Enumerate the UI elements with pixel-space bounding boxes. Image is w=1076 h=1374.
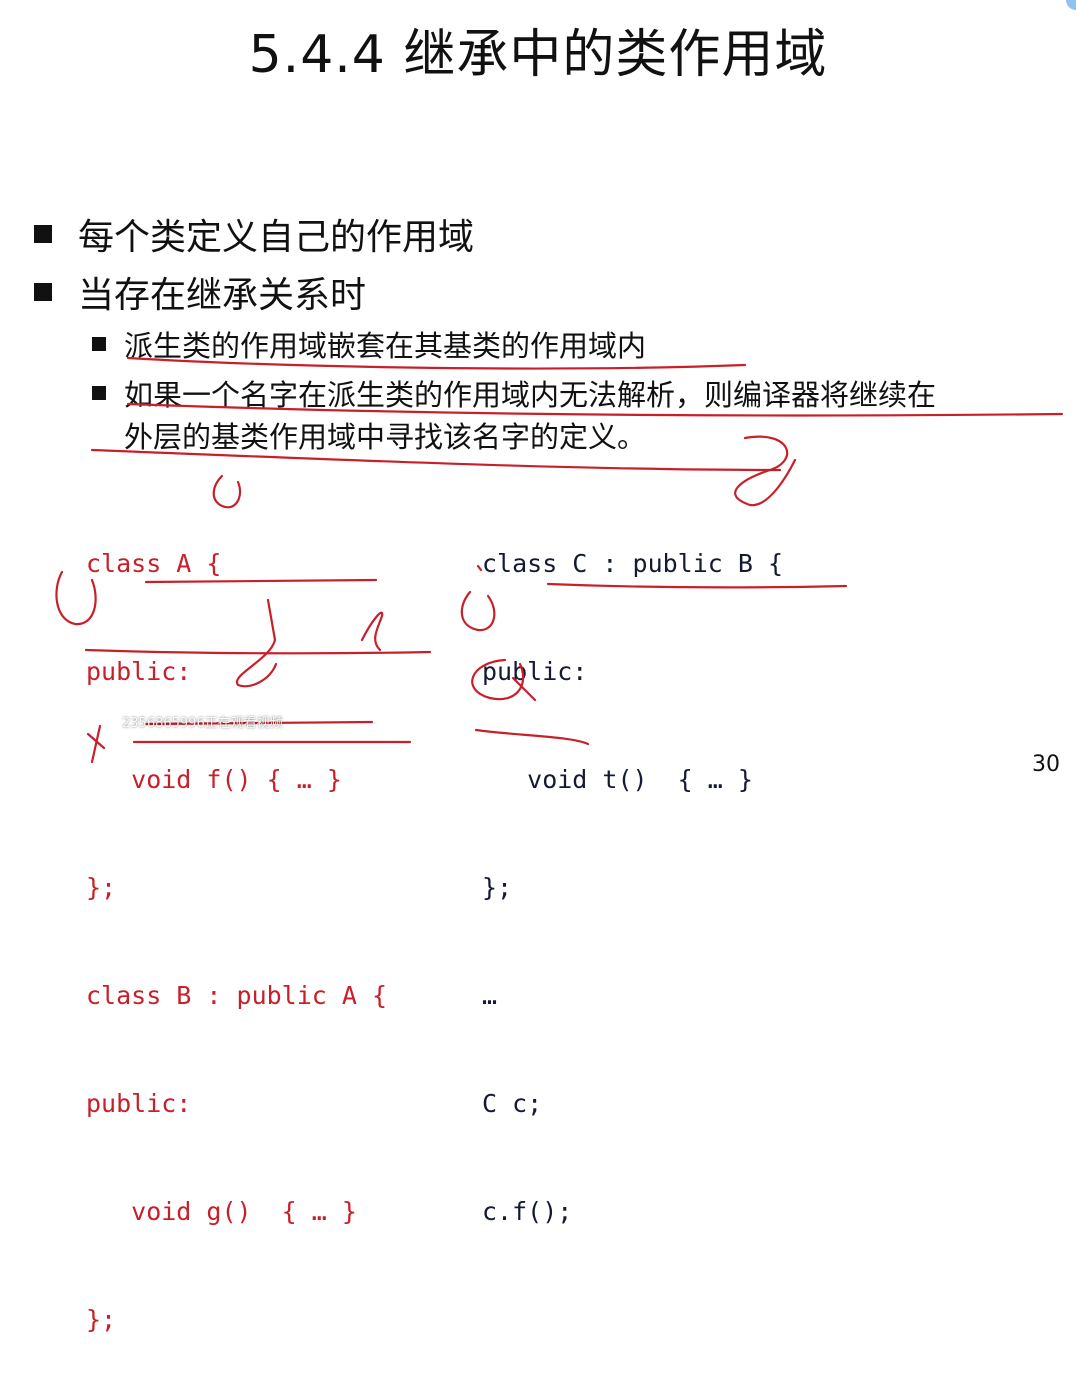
code-line: … — [482, 981, 498, 1010]
code-line: void t() { … } — [482, 765, 753, 794]
sub-bullet-continuation: 外层的基类作用域中寻找该名字的定义。 — [124, 420, 647, 454]
viewer-watermark: 2356865996正在观看视频 — [122, 716, 283, 731]
code-line: C c; — [482, 1089, 543, 1118]
code-line: public: — [482, 657, 588, 686]
code-line: c.f(); — [482, 1197, 573, 1226]
sub-bullet-nested-scope: 派生类的作用域嵌套在其基类的作用域内 — [92, 323, 646, 365]
square-bullet-icon — [92, 386, 106, 400]
bullet-text: 每个类定义自己的作用域 — [78, 217, 475, 258]
code-line: void f() { … } — [86, 765, 342, 794]
code-line: class C : public B { — [482, 549, 784, 578]
tick-stroke — [476, 564, 483, 572]
code-line: void g() { … } — [86, 1197, 357, 1226]
code-line: }; — [86, 873, 117, 902]
code-line: class A { — [86, 549, 222, 578]
code-line: }; — [482, 873, 513, 902]
corner-marker — [1066, 0, 1076, 10]
bullet-text: 当存在继承关系时 — [78, 275, 367, 316]
bullet-inheritance-relation: 当存在继承关系时 — [34, 266, 366, 318]
bullet-scope-per-class: 每个类定义自己的作用域 — [34, 208, 474, 260]
code-line: public: — [86, 1089, 192, 1118]
square-bullet-icon — [34, 225, 52, 243]
code-block-right: class C : public B { public: void t() { … — [482, 474, 783, 1266]
code-line: class B : public A { — [86, 981, 388, 1010]
square-bullet-icon — [92, 337, 106, 351]
sub-bullet-text: 如果一个名字在派生类的作用域内无法解析，则编译器将继续在 — [124, 378, 937, 412]
slide-title: 5.4.4 继承中的类作用域 — [248, 25, 828, 85]
sub-bullet-name-lookup: 如果一个名字在派生类的作用域内无法解析，则编译器将继续在 — [92, 372, 936, 414]
sub-bullet-text: 派生类的作用域嵌套在其基类的作用域内 — [124, 329, 647, 363]
code-block-left: class A { public: void f() { … } }; clas… — [86, 474, 387, 1374]
code-line: }; — [86, 1305, 117, 1334]
square-bullet-icon — [34, 283, 52, 301]
code-line: public: — [86, 657, 192, 686]
